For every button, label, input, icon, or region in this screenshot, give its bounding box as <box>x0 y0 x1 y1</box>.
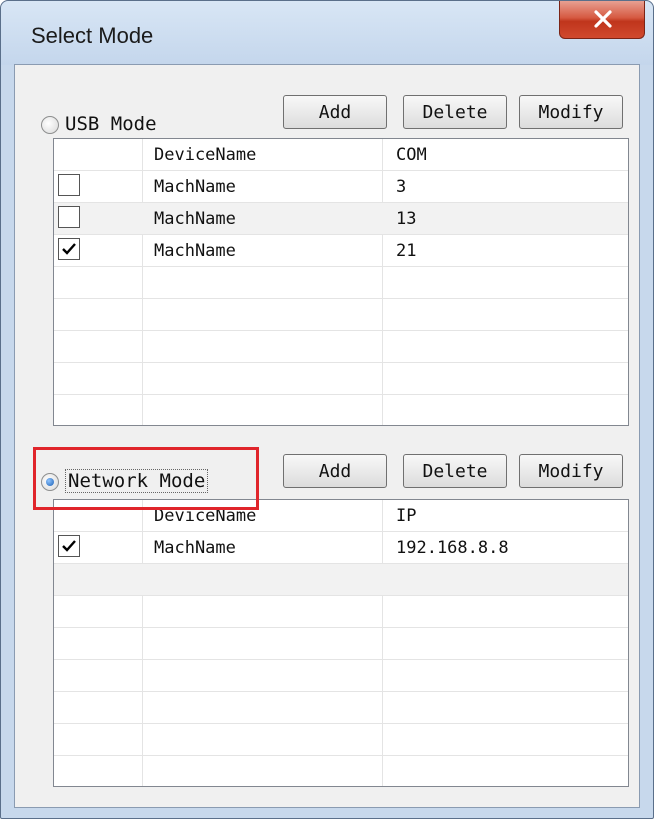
row-checkbox[interactable] <box>58 174 80 196</box>
usb-delete-button[interactable]: Delete <box>403 95 507 129</box>
close-icon <box>594 10 612 28</box>
select-mode-dialog: Select Mode USB Mode Add Delete Modify D… <box>0 0 654 819</box>
table-row <box>54 628 628 660</box>
table-row[interactable]: MachName 13 <box>54 203 628 235</box>
table-row <box>54 363 628 395</box>
table-row <box>54 267 628 299</box>
usb-mode-label[interactable]: USB Mode <box>65 113 157 135</box>
device-name-cell: MachName <box>154 209 236 229</box>
usb-list-header: DeviceName COM <box>54 139 628 171</box>
check-icon <box>62 243 76 255</box>
table-row[interactable]: MachName 192.168.8.8 <box>54 532 628 564</box>
network-modify-button[interactable]: Modify <box>519 454 623 488</box>
table-row <box>54 756 628 786</box>
row-checkbox[interactable] <box>58 238 80 260</box>
row-checkbox[interactable] <box>58 206 80 228</box>
check-icon <box>62 540 76 552</box>
ip-cell: 192.168.8.8 <box>396 538 509 558</box>
network-mode-highlight-box <box>33 447 259 510</box>
row-checkbox[interactable] <box>58 535 80 557</box>
column-header-ip[interactable]: IP <box>396 506 416 526</box>
table-row <box>54 395 628 425</box>
usb-add-button[interactable]: Add <box>283 95 387 129</box>
column-header-com[interactable]: COM <box>396 145 427 165</box>
usb-modify-button[interactable]: Modify <box>519 95 623 129</box>
table-row <box>54 331 628 363</box>
table-row <box>54 299 628 331</box>
device-name-cell: MachName <box>154 538 236 558</box>
table-row <box>54 596 628 628</box>
table-row[interactable]: MachName 3 <box>54 171 628 203</box>
window-title: Select Mode <box>31 23 154 48</box>
device-name-cell: MachName <box>154 177 236 197</box>
usb-mode-radio[interactable] <box>41 116 59 134</box>
network-device-list[interactable]: DeviceName IP MachName 192.168.8.8 <box>53 499 629 787</box>
com-cell: 3 <box>396 177 407 197</box>
table-row <box>54 692 628 724</box>
usb-device-list[interactable]: DeviceName COM MachName 3 MachName 13 MachNa… <box>53 138 629 426</box>
com-cell: 13 <box>396 209 417 229</box>
title-bar[interactable]: Select Mode <box>1 1 653 65</box>
dialog-client-area: USB Mode Add Delete Modify DeviceName CO… <box>14 64 640 808</box>
table-row[interactable]: MachName 21 <box>54 235 628 267</box>
close-button[interactable] <box>559 1 645 39</box>
network-add-button[interactable]: Add <box>283 454 387 488</box>
table-row <box>54 564 628 596</box>
com-cell: 21 <box>396 241 417 261</box>
device-name-cell: MachName <box>154 241 236 261</box>
network-delete-button[interactable]: Delete <box>403 454 507 488</box>
table-row <box>54 660 628 692</box>
column-header-devicename[interactable]: DeviceName <box>154 145 256 165</box>
table-row <box>54 724 628 756</box>
